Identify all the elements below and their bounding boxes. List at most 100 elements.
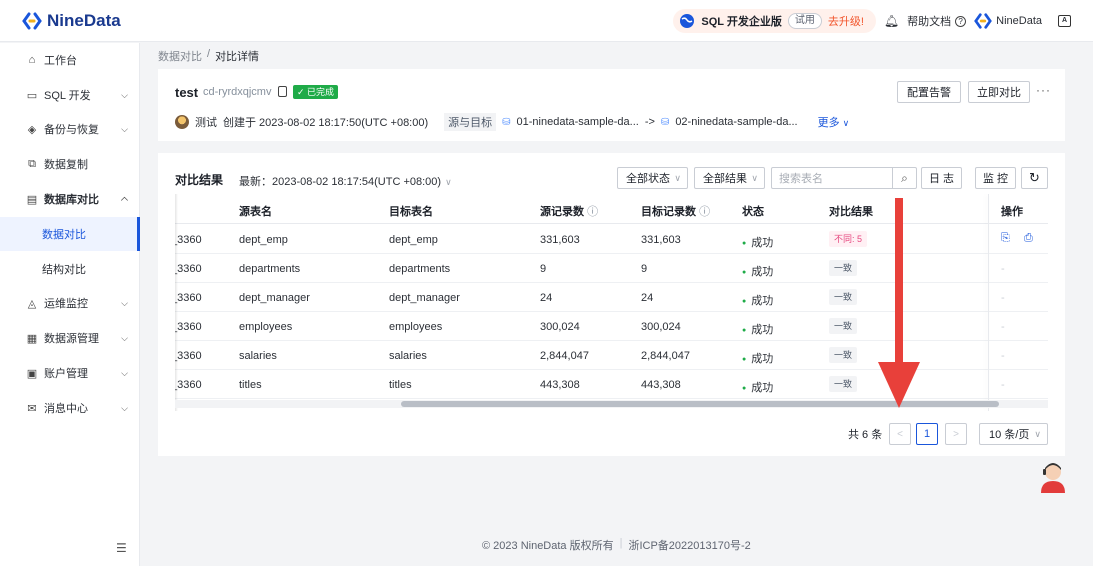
action-none: - <box>1001 321 1005 333</box>
cell-db: _3360 <box>175 350 202 362</box>
language-switch-icon[interactable]: A <box>1058 15 1071 27</box>
result-diff-tag[interactable]: 不同: 5 <box>829 231 868 247</box>
cell-tgt-count: 443,308 <box>641 379 681 391</box>
promo-banner[interactable]: SQL 开发企业版 试用 去升级! <box>673 9 876 33</box>
help-docs-label: 帮助文档 <box>907 16 952 28</box>
target-datasource[interactable]: 02-ninedata-sample-da... <box>675 116 797 128</box>
cell-status: 成功 <box>742 379 773 395</box>
task-name: test <box>175 85 199 100</box>
results-title: 对比结果 <box>175 173 224 187</box>
sidebar-item-label: 运维监控 <box>44 298 88 310</box>
chevron-up-icon: ⌵ <box>121 194 128 205</box>
page-size-select[interactable]: 10 条/页 ∨ <box>979 423 1048 445</box>
sidebar-item-backup[interactable]: ◈ 备份与恢复 ⌵ <box>0 112 140 146</box>
sidebar-item-replication[interactable]: ⧉ 数据复制 <box>0 147 140 181</box>
task-id: cd-ryrdxqjcmv <box>203 86 272 98</box>
sidebar-item-messages[interactable]: ✉ 消息中心 ⌵ <box>0 391 140 425</box>
notification-bell-icon[interactable]: 🔔︎ <box>884 14 899 28</box>
cell-status: 成功 <box>742 263 773 279</box>
chevron-down-icon: ∨ <box>751 172 758 183</box>
col-tgt-table: 目标表名 <box>389 206 433 218</box>
table-search-input[interactable]: 搜索表名 ⌕ <box>771 167 917 189</box>
cell-tgt-table: employees <box>389 321 443 333</box>
sidebar-item-label: 消息中心 <box>44 403 88 415</box>
latest-run-select[interactable]: 最新：2023-08-02 18:17:54(UTC +08:00) ∨ <box>239 173 452 189</box>
user-logo-icon <box>974 13 992 29</box>
customer-support-icon[interactable] <box>1038 459 1068 493</box>
sidebar-item-db-compare[interactable]: ▤ 数据库对比 ⌵ <box>0 182 140 216</box>
upgrade-link[interactable]: 去升级! <box>828 13 864 29</box>
col-src-count: 源记录数 ⓘ <box>540 203 598 219</box>
sidebar-item-account[interactable]: ▣ 账户管理 ⌵ <box>0 356 140 390</box>
action-none: - <box>1001 263 1005 275</box>
result-filter-select[interactable]: 全部结果 ∨ <box>694 167 765 189</box>
action-none: - <box>1001 292 1005 304</box>
more-actions-icon[interactable]: ··· <box>1036 83 1051 97</box>
copy-icon[interactable] <box>278 86 287 97</box>
logo[interactable]: NineData <box>22 10 121 32</box>
cell-status: 成功 <box>742 234 773 250</box>
message-icon: ✉ <box>27 402 37 415</box>
task-info-card: test cd-ryrdxqjcmv ✓ 已完成 测试 创建于 2023-08-… <box>158 69 1065 141</box>
more-link[interactable]: 更多 ∨ <box>818 114 850 130</box>
log-button[interactable]: 日 志 <box>921 167 962 189</box>
search-placeholder: 搜索表名 <box>779 173 823 185</box>
page-1-button[interactable]: 1 <box>916 423 938 445</box>
refresh-icon[interactable]: ↻ <box>1021 167 1048 189</box>
compare-results-card: 对比结果 最新：2023-08-02 18:17:54(UTC +08:00) ∨… <box>158 153 1065 456</box>
source-datasource[interactable]: 01-ninedata-sample-da... <box>517 116 639 128</box>
question-icon: ? <box>955 15 967 27</box>
col-action: 操作 <box>1001 206 1023 218</box>
sidebar-item-data-compare[interactable]: 数据对比 <box>0 217 140 251</box>
result-same-tag: 一致 <box>829 347 858 363</box>
breadcrumb-parent[interactable]: 数据对比 <box>158 48 202 64</box>
footer: © 2023 NineData 版权所有 | 浙ICP备2022013170号-… <box>482 537 751 553</box>
sidebar-item-label: 数据库对比 <box>44 194 99 206</box>
chevron-down-icon: ∨ <box>842 118 850 128</box>
status-filter-select[interactable]: 全部状态 ∨ <box>617 167 688 189</box>
cell-db: _3360 <box>175 234 202 246</box>
cell-src-table: salaries <box>239 350 277 362</box>
search-icon[interactable]: ⌕ <box>892 168 916 188</box>
sidebar-item-label: 数据对比 <box>42 229 86 241</box>
total-count: 共 6 条 <box>848 429 883 441</box>
footer-separator: | <box>619 537 623 549</box>
result-same-tag: 一致 <box>829 376 858 392</box>
sidebar-item-label: 备份与恢复 <box>44 124 99 136</box>
cell-src-count: 2,844,047 <box>540 350 589 362</box>
col-src-table: 源表名 <box>239 206 272 218</box>
monitor-icon: ◬ <box>27 297 37 310</box>
view-diff-icon[interactable]: ⎘ <box>1001 232 1010 245</box>
cell-status: 成功 <box>742 350 773 366</box>
sidebar-item-workbench[interactable]: ⌂ 工作台 <box>0 43 140 77</box>
chevron-down-icon: ⌵ <box>121 297 128 308</box>
cell-db: _3360 <box>175 263 202 275</box>
info-icon[interactable]: ⓘ <box>587 206 598 218</box>
result-same-tag: 一致 <box>829 289 858 305</box>
cell-src-count: 331,603 <box>540 234 580 246</box>
info-icon[interactable]: ⓘ <box>699 206 710 218</box>
cell-src-count: 443,308 <box>540 379 580 391</box>
collapse-sidebar-icon[interactable]: ☰ <box>116 541 127 555</box>
user-menu[interactable]: NineData <box>974 12 1042 30</box>
globe-icon <box>680 14 695 28</box>
chevron-down-icon: ⌵ <box>121 367 128 378</box>
sidebar-item-ops-monitor[interactable]: ◬ 运维监控 ⌵ <box>0 286 140 320</box>
sidebar-item-structure-compare[interactable]: 结构对比 <box>0 252 140 286</box>
compare-now-button[interactable]: 立即对比 <box>968 81 1030 103</box>
icp-link[interactable]: 浙ICP备2022013170号-2 <box>628 537 750 553</box>
status-badge: ✓ 已完成 <box>293 85 339 99</box>
generate-sql-icon[interactable]: ⎙ <box>1024 232 1033 245</box>
next-page-button[interactable]: > <box>945 423 967 445</box>
prev-page-button[interactable]: < <box>889 423 911 445</box>
datasource-icon: ▦ <box>26 332 38 345</box>
col-tgt-count-label: 目标记录数 <box>641 206 696 218</box>
configure-alert-button[interactable]: 配置告警 <box>897 81 961 103</box>
sidebar-item-sql-dev[interactable]: ▭ SQL 开发 ⌵ <box>0 78 140 112</box>
monitor-button[interactable]: 监 控 <box>975 167 1016 189</box>
help-docs-link[interactable]: 帮助文档 ? <box>907 13 967 29</box>
cell-tgt-table: titles <box>389 379 412 391</box>
sidebar-item-datasource[interactable]: ▦ 数据源管理 ⌵ <box>0 321 140 355</box>
cell-status: 成功 <box>742 321 773 337</box>
col-tgt-count: 目标记录数 ⓘ <box>641 203 710 219</box>
